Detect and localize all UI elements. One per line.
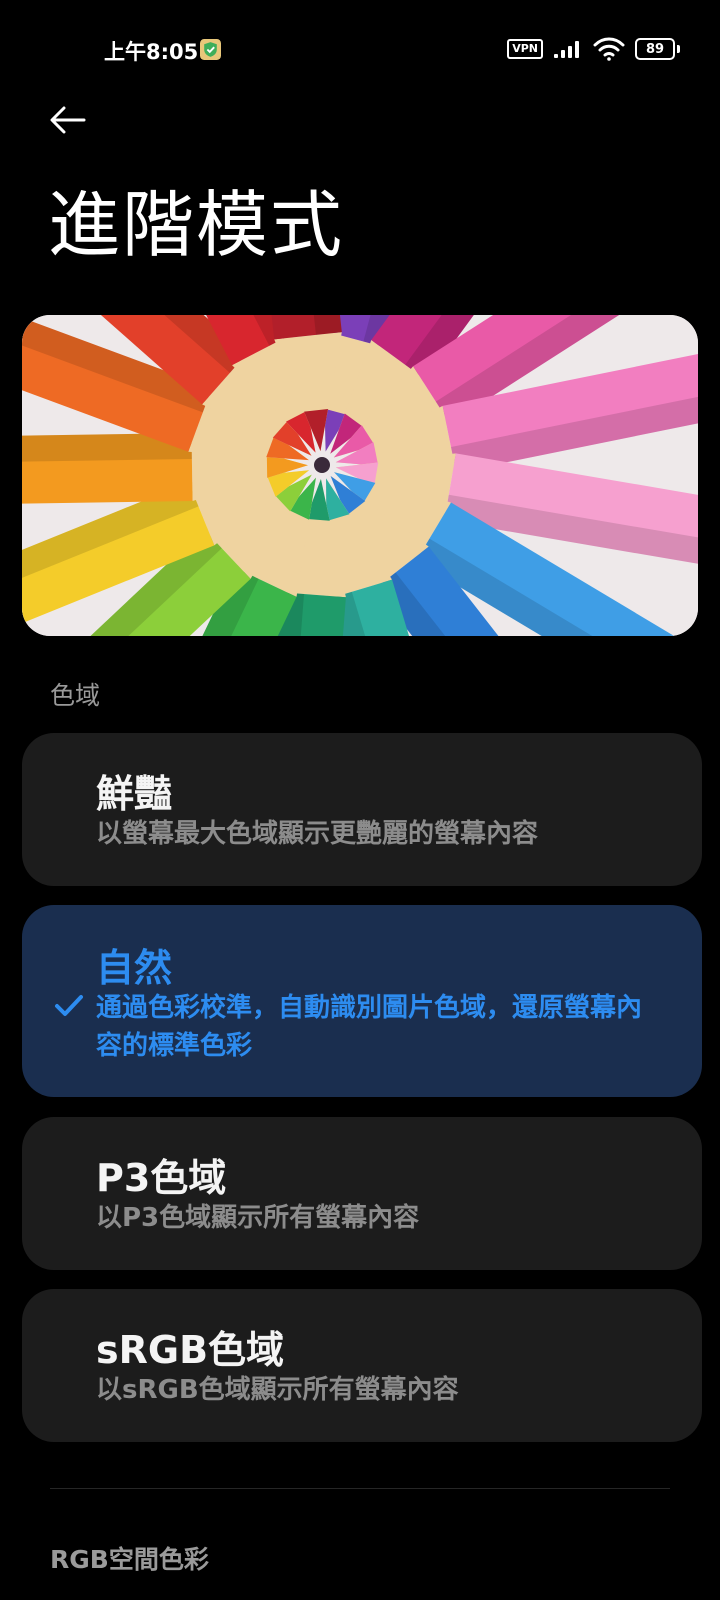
status-icons: VPN 89 <box>507 36 680 62</box>
wifi-icon <box>593 37 625 61</box>
option-description: 以sRGB色域顯示所有螢幕內容 <box>96 1375 459 1405</box>
option-description: 以螢幕最大色域顯示更艷麗的螢幕內容 <box>96 819 539 849</box>
option-srgb[interactable]: sRGB色域 以sRGB色域顯示所有螢幕內容 <box>22 1289 702 1442</box>
battery-indicator: 89 <box>635 38 680 60</box>
option-title: P3色域 <box>96 1156 227 1200</box>
hero-image-colored-pencils <box>22 315 698 636</box>
option-p3[interactable]: P3色域 以P3色域顯示所有螢幕內容 <box>22 1117 702 1270</box>
shield-check-icon <box>200 39 221 60</box>
battery-tip <box>677 45 680 53</box>
page-title: 進階模式 <box>48 183 345 267</box>
option-description: 以P3色域顯示所有螢幕內容 <box>96 1203 420 1233</box>
option-title: 鮮豔 <box>96 772 173 816</box>
battery-level: 89 <box>635 38 675 60</box>
vpn-badge: VPN <box>507 39 543 59</box>
check-icon <box>55 995 83 1016</box>
arrow-left-icon <box>50 106 86 134</box>
section-label-rgb-color: RGB空間色彩 <box>50 1545 209 1574</box>
status-bar: 上午8:05 VPN 89 <box>0 0 720 100</box>
option-title: sRGB色域 <box>96 1328 285 1372</box>
divider <box>50 1488 670 1489</box>
back-button[interactable] <box>50 100 94 140</box>
option-natural[interactable]: 自然 通過色彩校準，自動識別圖片色域，還原螢幕內容的標準色彩 <box>22 905 702 1097</box>
option-vivid[interactable]: 鮮豔 以螢幕最大色域顯示更艷麗的螢幕內容 <box>22 733 702 886</box>
signal-bars-icon <box>554 41 579 58</box>
status-time: 上午8:05 <box>104 40 199 64</box>
section-label-color-gamut: 色域 <box>50 681 101 710</box>
option-title: 自然 <box>96 946 173 990</box>
option-description: 通過色彩校準，自動識別圖片色域，還原螢幕內容的標準色彩 <box>96 993 643 1061</box>
